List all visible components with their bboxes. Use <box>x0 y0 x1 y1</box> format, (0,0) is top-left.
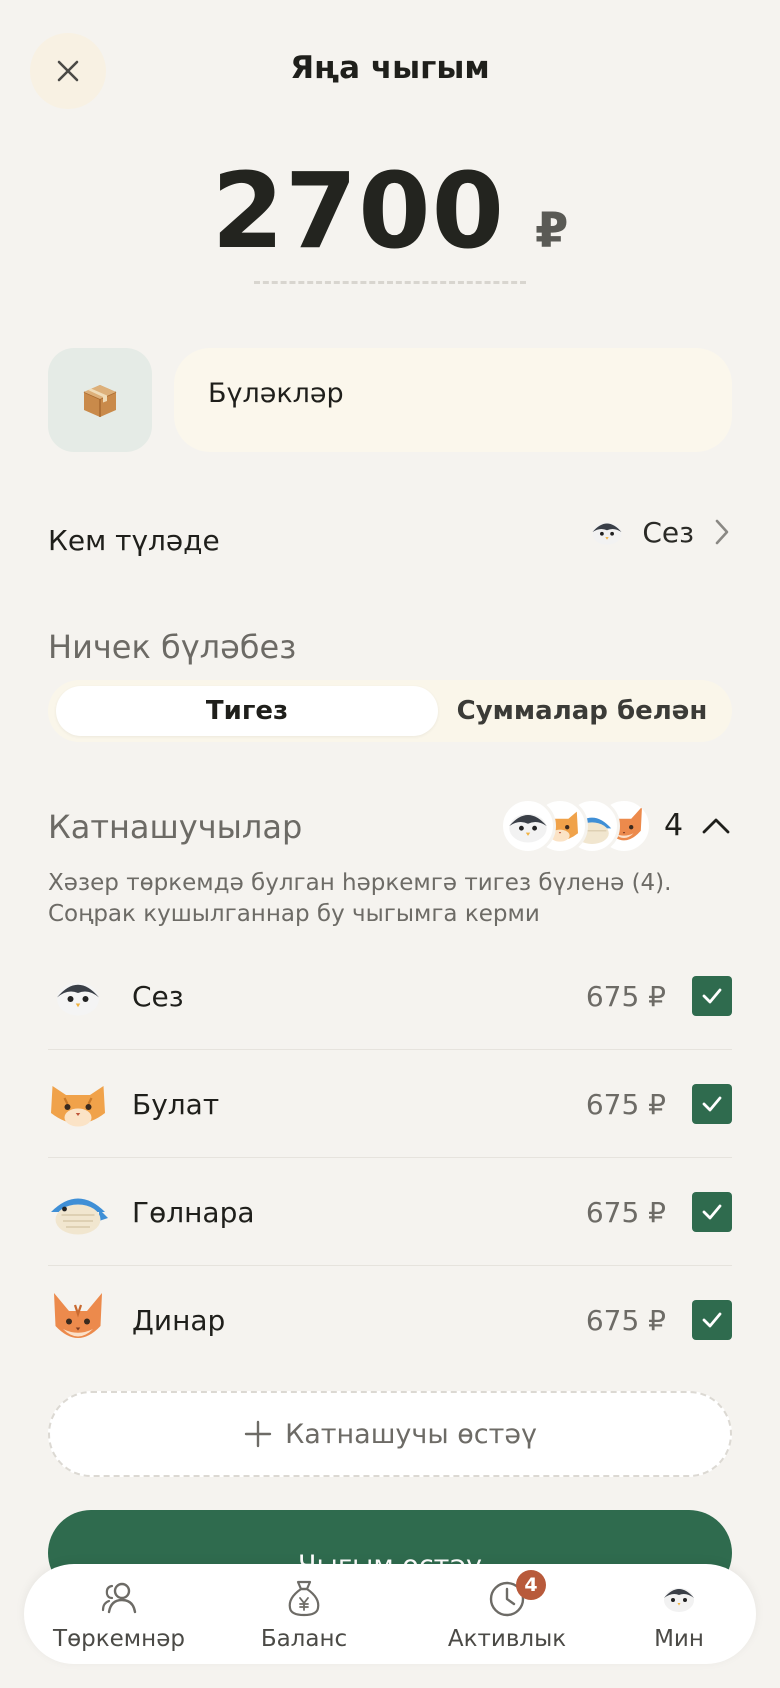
penguin-avatar <box>509 813 547 843</box>
participants-avatar-stack[interactable] <box>500 798 660 854</box>
collapse-participants-button[interactable] <box>700 810 732 842</box>
tab-groups-label: Төркемнәр <box>53 1626 185 1652</box>
package-icon <box>83 385 117 417</box>
participant-checkbox[interactable] <box>692 1300 732 1340</box>
checkmark-icon <box>702 1204 722 1220</box>
split-segmented-control: Тигез Суммалар белән <box>48 680 732 742</box>
participant-amount: 675 ₽ <box>585 980 666 1013</box>
split-title: Ничек бүләбез <box>48 628 297 666</box>
tab-activity[interactable]: 4 Активлык <box>412 1564 602 1664</box>
plus-icon <box>244 1420 272 1448</box>
new-expense-screen: Яңа чыгым 2700 ₽ Бүләкләр Кем түләде Сез <box>0 0 780 1688</box>
checkmark-icon <box>702 1096 722 1112</box>
activity-badge: 4 <box>516 1570 546 1600</box>
split-option-equal[interactable]: Тигез <box>56 686 438 736</box>
participants-count: 4 <box>664 808 684 843</box>
split-option-amounts[interactable]: Суммалар белән <box>440 686 724 736</box>
participant-row[interactable]: Сез 675 ₽ <box>48 942 732 1050</box>
people-icon <box>101 1582 137 1614</box>
add-participant-button[interactable]: Катнашучы өстәү <box>48 1391 732 1477</box>
cat-avatar <box>51 1086 105 1127</box>
payer-row[interactable]: Кем түләде Сез <box>48 502 732 562</box>
participant-name: Сез <box>132 980 184 1013</box>
payer-name: Сез <box>642 515 694 549</box>
checkmark-icon <box>702 988 722 1004</box>
penguin-avatar <box>664 1588 694 1612</box>
tab-activity-label: Активлык <box>447 1626 567 1652</box>
chevron-up-icon <box>702 818 730 834</box>
participant-amount: 675 ₽ <box>585 1088 666 1121</box>
stack-avatar-penguin <box>500 798 556 854</box>
amount-value: 2700 <box>211 150 506 272</box>
participant-checkbox[interactable] <box>692 1084 732 1124</box>
category-name-field[interactable]: Бүләкләр <box>174 348 732 452</box>
payer-label: Кем түләде <box>48 524 220 557</box>
participant-checkbox[interactable] <box>692 976 732 1016</box>
participant-name: Динар <box>132 1304 226 1337</box>
chevron-right-icon <box>715 519 729 545</box>
tab-balance-label: Баланс <box>260 1626 348 1652</box>
checkmark-icon <box>702 1312 722 1328</box>
participant-row[interactable]: Гөлнара 675 ₽ <box>48 1158 732 1266</box>
participant-row[interactable]: Динар 675 ₽ <box>48 1266 732 1374</box>
amount-display[interactable]: 2700 ₽ <box>0 150 780 272</box>
money-bag-icon <box>288 1580 320 1617</box>
participants-list: Сез 675 ₽ Булат 675 ₽ Гөлнара 675 ₽ Дина… <box>48 942 732 1374</box>
fox-avatar <box>54 1293 102 1338</box>
tab-me[interactable]: Мин <box>604 1564 754 1664</box>
payer-selector[interactable]: Сез <box>590 502 732 562</box>
currency-symbol: ₽ <box>535 203 569 259</box>
penguin-avatar <box>57 982 99 1016</box>
split-note: Хәзер төркемдә булган һәркемгә тигез бүл… <box>48 870 672 927</box>
bottom-tab-bar: Төркемнәр Баланс 4 Активлык Мин <box>24 1564 756 1664</box>
page-title: Яңа чыгым <box>290 50 490 86</box>
penguin-avatar <box>592 522 622 545</box>
tab-balance[interactable]: Баланс <box>219 1564 389 1664</box>
participants-title: Катнашучылар <box>48 808 303 846</box>
tab-me-label: Мин <box>654 1626 704 1652</box>
amount-underline <box>254 281 526 284</box>
tab-groups[interactable]: Төркемнәр <box>34 1564 204 1664</box>
category-icon-button[interactable] <box>48 348 152 452</box>
participant-amount: 675 ₽ <box>585 1304 666 1337</box>
participant-amount: 675 ₽ <box>585 1196 666 1229</box>
add-participant-label: Катнашучы өстәү <box>285 1418 537 1450</box>
participant-row[interactable]: Булат 675 ₽ <box>48 1050 732 1158</box>
participant-name: Булат <box>132 1088 220 1121</box>
whale-avatar <box>51 1198 108 1235</box>
participant-checkbox[interactable] <box>692 1192 732 1232</box>
participant-name: Гөлнара <box>132 1196 255 1229</box>
